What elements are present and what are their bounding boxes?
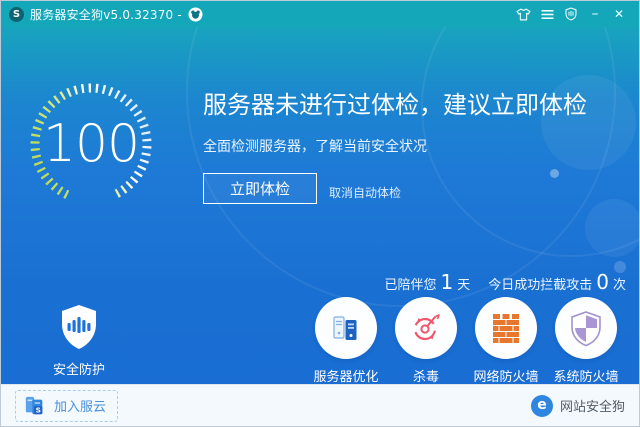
page-title: 服务器未进行过体检，建议立即体检 xyxy=(203,91,587,119)
close-button[interactable]: ✕ xyxy=(607,3,631,25)
protection-label: 安全防护 xyxy=(52,363,105,378)
accompany-unit: 天 xyxy=(457,278,471,293)
feature-label: 网络防火墙 xyxy=(473,370,539,385)
check-now-button[interactable]: 立即体检 xyxy=(203,172,317,204)
blocked-unit: 次 xyxy=(612,278,626,293)
system-firewall-icon xyxy=(571,310,601,346)
health-score-gauge: 100 xyxy=(26,79,156,209)
footer-bar: S 加入服云 e 网站安全狗 xyxy=(1,384,639,426)
app-logo-icon: S xyxy=(9,6,24,22)
feature-label: 服务器优化 xyxy=(313,370,379,385)
cancel-auto-check-link[interactable]: 取消自动体检 xyxy=(329,184,401,201)
website-safedog-icon: e xyxy=(530,394,553,417)
feature-shortcuts: 服务器优化 杀毒 网络防火墙 系统防火墙 xyxy=(310,297,622,385)
protection-shield-icon xyxy=(62,305,96,349)
stats-row: 已陪伴您 1 天 今日成功拦截攻击 0 次 xyxy=(384,270,626,294)
minimize-button[interactable]: – xyxy=(583,3,607,25)
skin-theme-icon[interactable] xyxy=(511,3,535,25)
feature-network-firewall[interactable]: 网络防火墙 xyxy=(470,297,542,385)
dog-badge-icon[interactable] xyxy=(188,7,203,22)
server-optimize-icon xyxy=(333,316,357,340)
accompany-days-value: 1 xyxy=(440,270,454,294)
security-protection-item[interactable]: 安全防护 xyxy=(49,304,109,378)
website-safedog-link[interactable]: e 网站安全狗 xyxy=(530,394,625,417)
app-window: S 服务器安全狗v5.0.32370 - – ✕ 100 服务器未进行过体检，建… xyxy=(0,0,640,427)
join-cloud-label: 加入服云 xyxy=(54,400,107,415)
health-score-value: 100 xyxy=(42,114,140,174)
main-menu-icon[interactable] xyxy=(535,3,559,25)
feature-antivirus[interactable]: 杀毒 xyxy=(390,297,462,385)
shield-status-icon[interactable] xyxy=(559,3,583,25)
page-subtitle: 全面检测服务器，了解当前安全状况 xyxy=(203,138,427,155)
feature-server-optimize[interactable]: 服务器优化 xyxy=(310,297,382,385)
blocked-prefix: 今日成功拦截攻击 xyxy=(488,278,593,293)
window-title: 服务器安全狗v5.0.32370 - xyxy=(30,7,182,22)
blocked-count-value: 0 xyxy=(596,270,609,294)
decor-bubble xyxy=(585,199,639,257)
feature-label: 杀毒 xyxy=(412,370,439,385)
feature-label: 系统防火墙 xyxy=(553,370,619,385)
main-area: 100 服务器未进行过体检，建议立即体检 全面检测服务器，了解当前安全状况 立即… xyxy=(1,27,639,386)
svg-text:S: S xyxy=(36,405,41,414)
feature-system-firewall[interactable]: 系统防火墙 xyxy=(550,297,622,385)
accompany-prefix: 已陪伴您 xyxy=(384,278,437,293)
network-firewall-icon xyxy=(493,313,519,343)
join-cloud-button[interactable]: S 加入服云 xyxy=(15,389,119,422)
website-safedog-label: 网站安全狗 xyxy=(559,400,625,415)
join-cloud-server-icon: S xyxy=(25,396,43,414)
titlebar: S 服务器安全狗v5.0.32370 - – ✕ xyxy=(1,1,639,27)
antivirus-icon xyxy=(413,314,440,341)
